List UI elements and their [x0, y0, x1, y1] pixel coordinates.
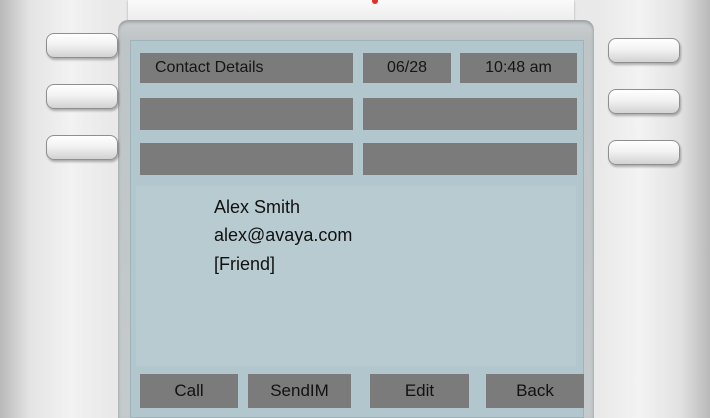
- line-label-3-left[interactable]: [140, 143, 353, 175]
- contact-group: [Friend]: [214, 254, 276, 274]
- contact-details-area: [136, 186, 576, 366]
- back-softkey[interactable]: Back: [486, 374, 584, 408]
- left-line-button-1[interactable]: [46, 33, 118, 58]
- left-line-button-3[interactable]: [46, 135, 118, 160]
- sendim-softkey[interactable]: SendIM: [248, 374, 351, 408]
- screen-title-label: Contact Details: [155, 59, 264, 76]
- sendim-softkey-label: SendIM: [270, 381, 329, 400]
- call-softkey-label: Call: [174, 381, 204, 400]
- edit-softkey-label: Edit: [404, 381, 435, 400]
- line-label-3-right[interactable]: [363, 143, 577, 175]
- right-line-button-3[interactable]: [608, 140, 680, 165]
- screen-title: Contact Details: [140, 53, 353, 83]
- edit-softkey[interactable]: Edit: [370, 374, 469, 408]
- back-softkey-label: Back: [516, 381, 554, 400]
- time-display: 10:48 am: [460, 53, 577, 83]
- right-line-button-2[interactable]: [608, 89, 680, 114]
- left-line-button-2[interactable]: [46, 84, 118, 109]
- line-label-2-left[interactable]: [140, 98, 353, 130]
- date-label: 06/28: [386, 59, 428, 76]
- time-label: 10:48 am: [485, 59, 552, 76]
- line-label-2-right[interactable]: [363, 98, 577, 130]
- contact-email: alex@avaya.com: [214, 225, 353, 245]
- contact-name: Alex Smith: [214, 197, 301, 217]
- date-display: 06/28: [363, 53, 451, 83]
- call-softkey[interactable]: Call: [140, 374, 238, 408]
- right-line-button-1[interactable]: [608, 38, 680, 63]
